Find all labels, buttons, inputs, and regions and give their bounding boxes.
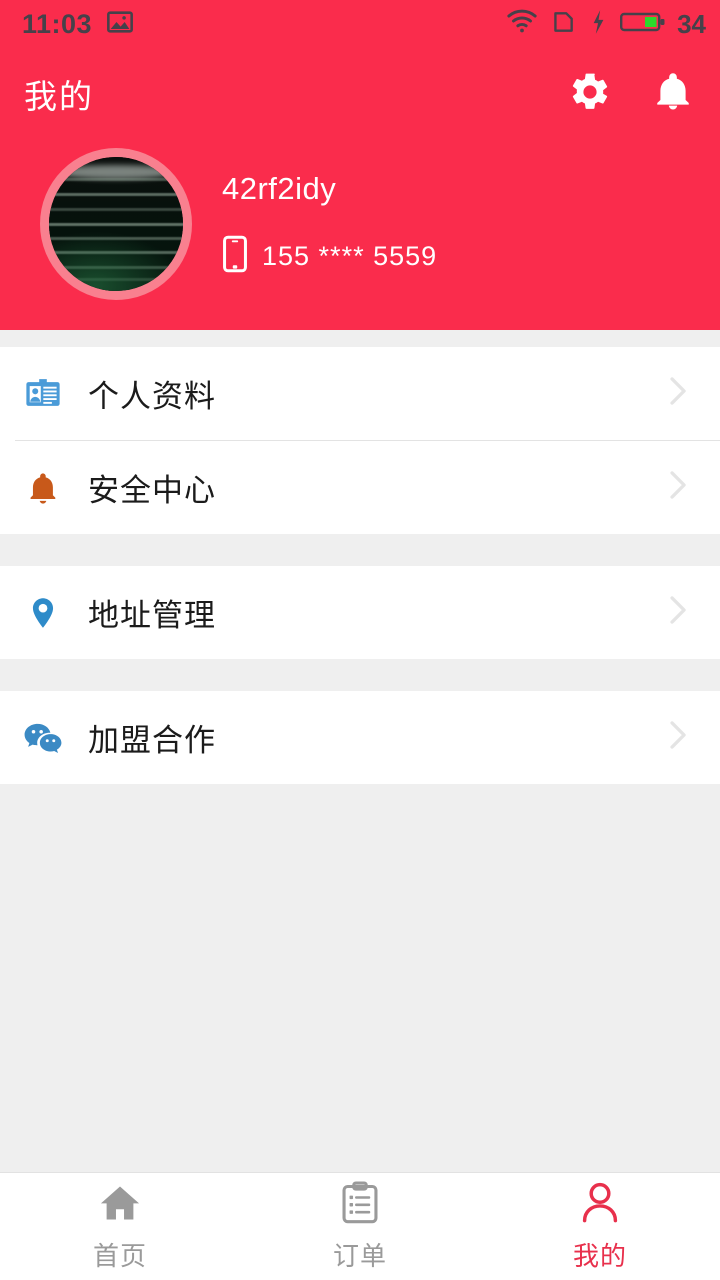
nav-item-profile[interactable]: 我的: [480, 1173, 720, 1280]
menu-group-2: 地址管理: [0, 566, 720, 659]
profile-block[interactable]: 42rf2idy 155 **** 5559: [0, 140, 720, 300]
nav-item-home[interactable]: 首页: [0, 1173, 240, 1280]
menu-item-label: 安全中心: [88, 473, 216, 508]
content-filler: [0, 784, 720, 1207]
bottom-navigation: 首页 订单 我的: [0, 1172, 720, 1280]
wechat-bubbles-icon: [22, 721, 64, 755]
menu-item-personal-info[interactable]: 个人资料: [0, 347, 720, 440]
chevron-right-icon: [660, 593, 694, 632]
menu-group-3: 加盟合作: [0, 691, 720, 784]
status-time: 11:03: [22, 8, 93, 39]
nav-item-orders[interactable]: 订单: [240, 1173, 480, 1280]
status-bar-right: 34: [507, 9, 706, 40]
home-icon: [97, 1181, 143, 1230]
header-bar: 我的: [0, 48, 720, 140]
menu-group-1: 个人资料 安全中心: [0, 347, 720, 534]
charging-bolt-icon: [589, 9, 607, 40]
section-gap: [0, 330, 720, 347]
page-title: 我的: [24, 78, 94, 115]
menu-item-label: 地址管理: [88, 598, 216, 633]
status-bar: 11:03 34: [0, 0, 720, 48]
phone-row: 155 **** 5559: [222, 235, 437, 278]
clipboard-list-icon: [339, 1180, 381, 1230]
person-icon: [578, 1181, 622, 1230]
menu-item-franchise-cooperation[interactable]: 加盟合作: [0, 691, 720, 784]
menu-item-label: 个人资料: [88, 379, 216, 414]
menu-item-address-management[interactable]: 地址管理: [0, 566, 720, 659]
phone-number: 155 **** 5559: [262, 240, 438, 271]
menu-item-security-center[interactable]: 安全中心: [0, 441, 720, 534]
app-screen: 11:03 34 我的 42rf2idy 155 **** 5559 个人资料 …: [0, 0, 720, 1280]
status-bar-left: 11:03: [22, 8, 134, 41]
header-actions: [568, 70, 694, 119]
avatar-ring: [40, 148, 192, 300]
location-pin-icon: [22, 595, 64, 631]
profile-header: 我的 42rf2idy 155 **** 5559: [0, 48, 720, 330]
chevron-right-icon: [660, 468, 694, 507]
id-card-icon: [22, 375, 64, 413]
chevron-right-icon: [660, 374, 694, 413]
nav-item-label: 订单: [332, 1240, 387, 1271]
gear-icon[interactable]: [568, 70, 612, 119]
battery-level: 34: [677, 8, 706, 39]
bell-icon: [22, 470, 64, 506]
section-gap: [0, 534, 720, 566]
avatar[interactable]: [49, 157, 183, 291]
image-icon: [106, 8, 134, 41]
section-gap: [0, 659, 720, 691]
chevron-right-icon: [660, 718, 694, 757]
battery-icon: [620, 9, 666, 40]
menu-item-label: 加盟合作: [88, 723, 216, 758]
profile-info: 42rf2idy 155 **** 5559: [222, 171, 437, 278]
bell-icon[interactable]: [652, 70, 694, 119]
nav-item-label: 首页: [92, 1240, 147, 1271]
nav-item-label: 我的: [572, 1240, 627, 1271]
sim-card-icon: [550, 9, 576, 40]
smartphone-icon: [222, 235, 248, 278]
username: 42rf2idy: [222, 170, 337, 206]
wifi-icon: [507, 9, 537, 40]
